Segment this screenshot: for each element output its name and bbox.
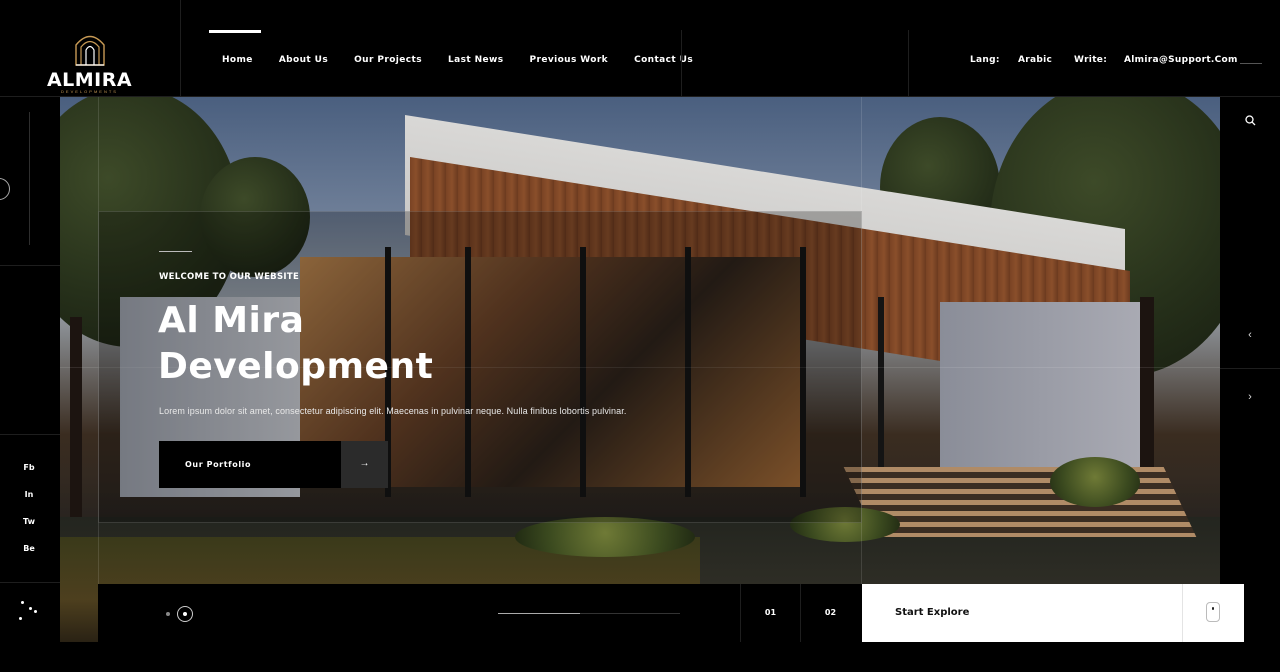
rail-divider <box>0 434 60 435</box>
nav-label: Last News <box>447 55 504 65</box>
nav-contact-us[interactable]: Contact Us <box>621 0 706 97</box>
rail-line <box>29 112 30 245</box>
lang-selector[interactable]: Arabic <box>1018 55 1052 65</box>
hero-eyebrow: WELCOME TO OUR WEBSITE <box>159 272 300 282</box>
slider-progress-bar <box>498 613 680 614</box>
nav-our-projects[interactable]: Our Projects <box>341 0 435 97</box>
nav-label: About Us <box>278 55 329 65</box>
our-portfolio-button[interactable]: Our Portfolio <box>159 441 341 488</box>
nav-label: Contact Us <box>634 55 694 65</box>
chevron-right-icon: › <box>1248 391 1252 403</box>
brand-logo[interactable]: ALMIRA DEVELOPMENTS <box>0 0 181 97</box>
pagination-dot[interactable] <box>166 612 170 616</box>
menu-toggle-icon[interactable] <box>1240 63 1262 64</box>
nav-about-us[interactable]: About Us <box>266 0 341 97</box>
search-button[interactable] <box>1220 97 1280 151</box>
social-link-facebook[interactable]: Fb <box>0 463 58 472</box>
slider-progress-fill <box>498 613 580 614</box>
slider-next-button[interactable]: › <box>1220 368 1280 428</box>
nav-previous-work[interactable]: Previous Work <box>516 0 621 97</box>
pagination-dot-active[interactable] <box>177 606 193 622</box>
slide-number-02[interactable]: 02 <box>800 584 860 642</box>
share-dots-icon[interactable] <box>18 600 40 622</box>
write-label: Write: <box>1074 55 1108 65</box>
start-explore-label: Start Explore <box>895 607 970 618</box>
social-link-twitter[interactable]: Tw <box>0 517 58 526</box>
nav-label: Our Projects <box>354 55 422 65</box>
hero-description: Lorem ipsum dolor sit amet, consectetur … <box>159 406 627 416</box>
nav-label: Home <box>222 55 253 65</box>
eyebrow-rule <box>159 251 192 252</box>
social-link-behance[interactable]: Be <box>0 544 58 553</box>
hero-title-line1: Al Mira <box>158 300 305 341</box>
nav-last-news[interactable]: Last News <box>435 0 517 97</box>
main-nav: Home About Us Our Projects Last News Pre… <box>209 0 706 97</box>
nav-label: Previous Work <box>529 55 609 65</box>
social-link-linkedin[interactable]: In <box>0 490 58 499</box>
hero-title-line2: Development <box>158 346 434 387</box>
rail-divider <box>0 265 60 266</box>
mouse-scroll-icon[interactable] <box>1206 602 1220 622</box>
header-divider <box>908 30 909 97</box>
arrow-right-icon[interactable]: → <box>341 441 388 488</box>
brand-tagline: DEVELOPMENTS <box>61 89 118 94</box>
search-icon <box>1245 115 1256 126</box>
brand-name: ALMIRA <box>46 69 133 91</box>
explore-divider <box>1182 584 1183 642</box>
nav-home[interactable]: Home <box>209 0 266 97</box>
support-email-link[interactable]: Almira@Support.Com <box>1124 55 1238 65</box>
slide-number-01[interactable]: 01 <box>740 584 800 642</box>
chevron-left-icon: ‹ <box>1248 329 1252 341</box>
start-explore-panel[interactable]: Start Explore <box>862 584 1244 642</box>
left-sidebar: Fb In Tw Be <box>0 97 60 642</box>
logo-arch-icon <box>75 35 105 66</box>
header-divider <box>681 30 682 97</box>
hero-title: Al Mira Development <box>158 298 433 390</box>
lang-label: Lang: <box>970 55 1000 65</box>
slider-controls: 01 02 <box>98 584 862 642</box>
site-header: ALMIRA DEVELOPMENTS Home About Us Our Pr… <box>0 0 1280 97</box>
slider-prev-button[interactable]: ‹ <box>1220 307 1280 367</box>
rail-divider <box>0 582 60 583</box>
